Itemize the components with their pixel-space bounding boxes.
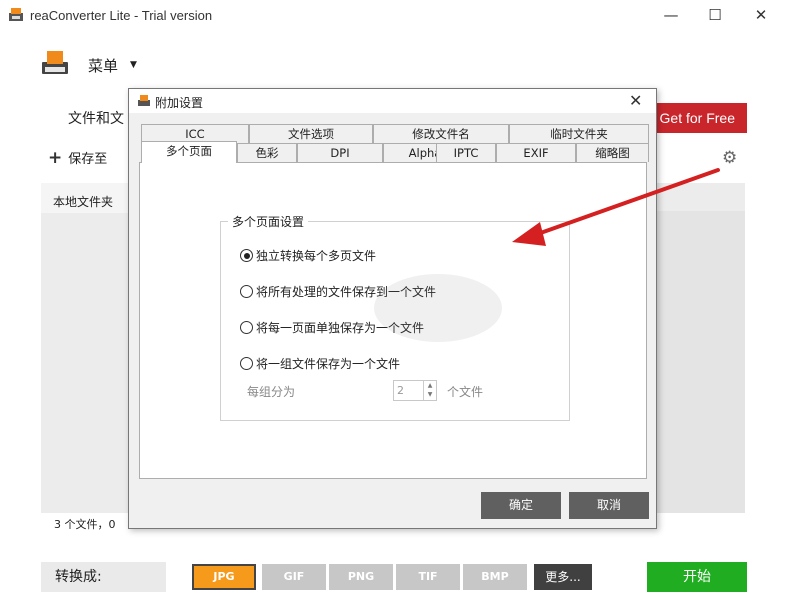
tab-rename[interactable]: 修改文件名 (373, 124, 509, 143)
dialog-title-bar: 附加设置 ✕ (129, 89, 656, 113)
tab-temp-folder[interactable]: 临时文件夹 (509, 124, 649, 143)
per-group-spinner[interactable]: 2 ▲ ▼ (393, 380, 437, 401)
plus-icon: + (48, 148, 63, 168)
watermark-logo-icon (374, 274, 502, 342)
format-gif-button[interactable]: GIF (262, 564, 326, 590)
dialog-app-icon (138, 95, 150, 106)
close-button[interactable]: ✕ (744, 4, 778, 28)
tab-color[interactable]: 色彩 (237, 143, 297, 162)
option-save-group-to-one[interactable]: 将一组文件保存为一个文件 (240, 355, 400, 372)
tab-dpi[interactable]: DPI (297, 143, 383, 162)
format-png-button[interactable]: PNG (329, 564, 393, 590)
per-group-value[interactable]: 2 (397, 384, 404, 397)
option-label: 将一组文件保存为一个文件 (256, 357, 401, 371)
minimize-button[interactable]: — (654, 4, 688, 28)
cancel-button[interactable]: 取消 (569, 492, 649, 519)
get-for-free-button[interactable]: Get for Free (646, 103, 747, 133)
format-tif-button[interactable]: TIF (396, 564, 460, 590)
radio-icon[interactable] (240, 285, 253, 298)
radio-icon[interactable] (240, 357, 253, 370)
convert-to-label: 转换成: (41, 562, 166, 592)
radio-checked-icon[interactable] (240, 249, 253, 262)
gear-icon[interactable]: ⚙ (722, 148, 737, 168)
spinner-arrows-icon[interactable]: ▲ ▼ (423, 381, 436, 400)
printer-logo-icon (42, 51, 68, 74)
maximize-button[interactable]: ☐ (698, 4, 732, 28)
tab-multi-page[interactable]: 多个页面 (141, 141, 237, 163)
more-formats-button[interactable]: 更多... (534, 564, 592, 590)
dialog-close-icon[interactable]: ✕ (629, 91, 642, 110)
ok-button[interactable]: 确定 (481, 492, 561, 519)
format-jpg-button[interactable]: JPG (192, 564, 256, 590)
files-section-title: 文件和文 (68, 111, 124, 127)
local-folder-label: 本地文件夹 (53, 195, 114, 209)
title-bar: reaConverter Lite - Trial version — ☐ ✕ (0, 0, 786, 32)
radio-icon[interactable] (240, 321, 253, 334)
dialog-title: 附加设置 (155, 96, 204, 110)
per-group-label: 每组分为 (247, 385, 296, 399)
files-unit-label: 个文件 (447, 385, 484, 399)
tab-file-options[interactable]: 文件选项 (249, 124, 373, 143)
preview-area (654, 211, 745, 513)
tab-exif[interactable]: EXIF (496, 143, 576, 162)
start-button[interactable]: 开始 (647, 562, 747, 592)
tab-thumbnail[interactable]: 缩略图 (576, 143, 649, 162)
save-to-label: 保存至 (68, 152, 108, 167)
menu-label[interactable]: 菜单 (88, 55, 118, 76)
app-icon (9, 8, 23, 21)
option-convert-each-multipage[interactable]: 独立转换每个多页文件 (240, 247, 376, 264)
option-label: 独立转换每个多页文件 (256, 249, 377, 263)
save-to-button[interactable]: + 保存至 (48, 148, 107, 168)
tab-iptc[interactable]: IPTC (436, 143, 496, 162)
window-title: reaConverter Lite - Trial version (30, 8, 213, 23)
chevron-down-icon[interactable]: ▼ (130, 60, 137, 70)
status-text: 3 个文件，0 (54, 518, 116, 531)
format-selector: JPG GIF PNG TIF BMP 更多... (192, 560, 592, 594)
group-title: 多个页面设置 (228, 213, 309, 230)
format-bmp-button[interactable]: BMP (463, 564, 527, 590)
